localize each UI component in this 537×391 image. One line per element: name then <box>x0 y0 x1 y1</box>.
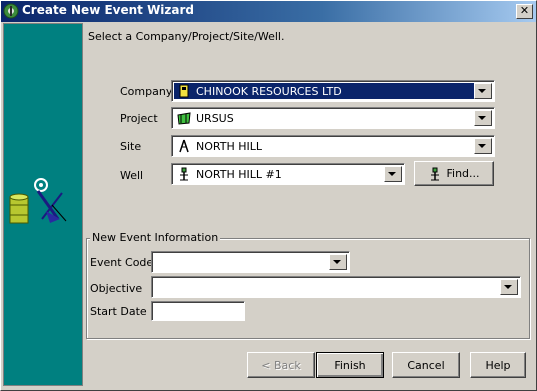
well-icon <box>431 167 440 180</box>
company-combo[interactable]: CHINOOK RESOURCES LTD <box>171 80 495 102</box>
help-button-label: Help <box>485 358 511 372</box>
company-label: Company <box>120 85 173 98</box>
back-button-label: < Back <box>261 358 301 372</box>
find-button-label: Find... <box>446 167 480 180</box>
objective-field <box>154 279 500 295</box>
cancel-button-label: Cancel <box>407 358 445 372</box>
instruction-text: Select a Company/Project/Site/Well. <box>88 30 285 43</box>
project-field: URSUS <box>174 110 474 126</box>
site-label: Site <box>120 140 142 153</box>
company-field: CHINOOK RESOURCES LTD <box>174 83 474 99</box>
close-icon: ✕ <box>519 4 530 17</box>
objective-label: Objective <box>90 282 143 295</box>
project-label: Project <box>120 112 158 125</box>
start-date-label: Start Date <box>90 305 147 318</box>
help-button[interactable]: Help <box>470 352 526 378</box>
event-code-combo[interactable] <box>151 251 350 273</box>
well-value: NORTH HILL #1 <box>196 167 282 181</box>
project-icon <box>177 112 191 125</box>
new-event-group-title: New Event Information <box>90 231 221 244</box>
site-field: NORTH HILL <box>174 138 474 154</box>
back-button[interactable]: < Back <box>247 352 315 378</box>
finish-button-label: Finish <box>334 358 366 372</box>
site-combo[interactable]: NORTH HILL <box>171 135 495 157</box>
chevron-down-icon[interactable] <box>474 138 492 154</box>
close-button[interactable]: ✕ <box>516 4 533 19</box>
chevron-down-icon[interactable] <box>474 83 492 99</box>
site-icon <box>179 139 189 153</box>
wizard-graphic-icon <box>9 178 67 224</box>
start-date-input[interactable] <box>151 301 245 321</box>
chevron-down-icon[interactable] <box>384 166 402 182</box>
event-code-label: Event Code <box>90 256 154 269</box>
chevron-down-icon[interactable] <box>474 110 492 126</box>
well-combo[interactable]: NORTH HILL #1 <box>171 163 405 185</box>
chevron-down-icon[interactable] <box>500 279 518 295</box>
well-label: Well <box>120 169 144 182</box>
company-icon <box>179 84 189 98</box>
find-button[interactable]: Find... <box>414 161 494 186</box>
objective-combo[interactable] <box>151 276 521 298</box>
window-title: Create New Event Wizard <box>22 3 195 17</box>
wizard-app-icon <box>3 3 19 19</box>
project-value: URSUS <box>196 111 234 125</box>
company-value: CHINOOK RESOURCES LTD <box>196 84 342 98</box>
cancel-button[interactable]: Cancel <box>392 352 460 378</box>
site-value: NORTH HILL <box>196 139 262 153</box>
project-combo[interactable]: URSUS <box>171 107 495 129</box>
well-field: NORTH HILL #1 <box>174 166 384 182</box>
well-icon <box>180 167 188 181</box>
chevron-down-icon[interactable] <box>329 254 347 270</box>
event-code-field <box>154 254 329 270</box>
finish-button[interactable]: Finish <box>316 352 384 378</box>
